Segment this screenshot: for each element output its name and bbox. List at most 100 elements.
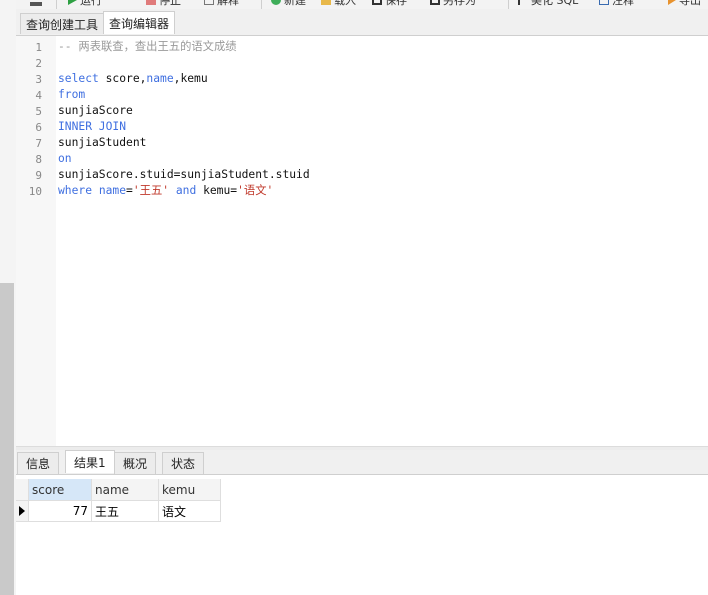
toolbar-separator — [261, 0, 262, 9]
toolbar-explain-button[interactable]: 解释 — [204, 0, 239, 7]
column-header-label: score — [32, 482, 65, 497]
toolbar-menu-button[interactable] — [30, 0, 42, 7]
toolbar-run-label: 运行 — [80, 0, 102, 7]
sql-keyword: INNER JOIN — [58, 120, 127, 133]
toolbar-new-label: 新建 — [284, 0, 306, 7]
cell-value: 王五 — [95, 504, 120, 519]
toolbar-beautify-button[interactable]: 美化 SQL — [518, 0, 578, 7]
left-scroll-thumb[interactable] — [0, 283, 14, 595]
beautify-icon — [518, 0, 528, 5]
column-header-score[interactable]: score — [29, 479, 92, 501]
tab-query-editor-label: 查询编辑器 — [109, 16, 170, 31]
tab-result1-label: 结果1 — [74, 455, 106, 470]
sql-text: score, — [98, 72, 147, 85]
sql-text: sunjiaScore.stuid=sunjiaStudent.stuid — [58, 168, 310, 181]
sql-text: = — [126, 184, 133, 197]
tab-overview-label: 概况 — [123, 457, 148, 471]
sql-editor[interactable]: 1 2 3 4 5 6 7 8 9 10 -- 两表联查，查出王五的语文成绩 s… — [16, 36, 708, 446]
stop-icon — [146, 0, 156, 5]
menu-icon — [30, 2, 42, 6]
cell-value: 语文 — [162, 504, 187, 519]
toolbar-load-label: 载入 — [334, 0, 356, 7]
code-line-6: INNER JOIN — [58, 119, 126, 135]
toolbar-load-button[interactable]: 载入 — [321, 0, 356, 7]
toolbar-save-label: 保存 — [385, 0, 407, 7]
column-header-kemu[interactable]: kemu — [159, 479, 221, 501]
toolbar-stop-label: 停止 — [159, 0, 181, 7]
line-number: 1 — [35, 41, 42, 54]
toolbar-explain-label: 解释 — [217, 0, 239, 7]
current-row-arrow-icon — [19, 506, 25, 516]
toolbar-export-label: 导出 — [679, 0, 701, 7]
load-icon — [321, 0, 331, 5]
toolbar-separator — [56, 0, 57, 9]
query-toolbar: 运行 停止 解释 新建 载入 保存 另存为 美化 SQL 注释 导出 — [16, 0, 708, 9]
export-icon — [668, 0, 676, 5]
toolbar-stop-button[interactable]: 停止 — [146, 0, 181, 7]
save-as-icon — [430, 0, 440, 5]
sql-keyword: name — [146, 72, 174, 85]
line-number: 6 — [35, 121, 42, 134]
toolbar-run-button[interactable]: 运行 — [68, 0, 102, 7]
code-line-3: select score,name,kemu — [58, 71, 208, 87]
toolbar-save-button[interactable]: 保存 — [372, 0, 407, 7]
sql-text: sunjiaScore — [58, 104, 133, 117]
save-icon — [372, 0, 382, 5]
tab-info[interactable]: 信息 — [17, 452, 60, 474]
sql-text: kemu= — [196, 184, 238, 197]
tab-query-builder[interactable]: 查询创建工具 — [20, 13, 105, 34]
column-header-name[interactable]: name — [92, 479, 159, 501]
line-number: 2 — [35, 57, 42, 70]
line-number: 7 — [35, 137, 42, 150]
code-line-5: sunjiaScore — [58, 103, 133, 119]
sql-comment: -- 两表联查，查出王五的语文成绩 — [58, 40, 237, 53]
code-line-9: sunjiaScore.stuid=sunjiaStudent.stuid — [58, 167, 310, 183]
tab-result1[interactable]: 结果1 — [65, 450, 115, 473]
tab-info-label: 信息 — [26, 457, 51, 471]
toolbar-comment-button[interactable]: 注释 — [599, 0, 634, 7]
line-number: 4 — [35, 89, 42, 102]
table-cell-score[interactable]: 77 — [29, 501, 92, 522]
sql-keyword: from — [58, 88, 86, 101]
sql-keyword: and — [175, 184, 197, 197]
line-number: 10 — [28, 185, 42, 198]
table-cell-name[interactable]: 王五 — [92, 501, 159, 522]
tab-overview[interactable]: 概况 — [114, 452, 157, 474]
code-line-10: where name='王五' and kemu='语文' — [58, 183, 273, 199]
line-number: 8 — [35, 153, 42, 166]
new-icon — [271, 0, 281, 5]
toolbar-save-as-label: 另存为 — [443, 0, 476, 7]
line-number: 3 — [35, 73, 42, 86]
tab-query-editor[interactable]: 查询编辑器 — [103, 11, 176, 34]
tab-status[interactable]: 状态 — [162, 452, 205, 474]
toolbar-new-button[interactable]: 新建 — [271, 0, 306, 7]
row-indicator[interactable] — [16, 501, 29, 522]
result-tab-bar: 信息 结果1 概况 状态 — [16, 450, 708, 475]
sql-text: sunjiaStudent — [58, 136, 147, 149]
code-line-7: sunjiaStudent — [58, 135, 146, 151]
comment-icon — [599, 0, 609, 5]
explain-icon — [204, 0, 214, 5]
grid-corner — [16, 479, 29, 501]
toolbar-beautify-label: 美化 SQL — [531, 0, 579, 7]
column-header-label: name — [95, 482, 130, 497]
sql-keyword: select — [58, 72, 99, 85]
toolbar-save-as-button[interactable]: 另存为 — [430, 0, 476, 7]
sql-string: '王五' — [132, 184, 170, 197]
code-line-8: on — [58, 151, 72, 167]
editor-tab-bar: 查询创建工具 查询编辑器 — [16, 9, 708, 36]
sql-keyword: name — [98, 184, 127, 197]
sql-text: ,kemu — [173, 72, 208, 85]
table-cell-kemu[interactable]: 语文 — [159, 501, 221, 522]
sql-keyword: on — [58, 152, 72, 165]
toolbar-comment-label: 注释 — [612, 0, 634, 7]
cell-value: 77 — [72, 504, 88, 518]
result-grid[interactable]: score name kemu 77 王五 语文 — [16, 475, 708, 595]
run-icon — [68, 0, 77, 5]
toolbar-export-button[interactable]: 导出 — [668, 0, 701, 7]
toolbar-separator — [508, 0, 509, 9]
code-line-4: from — [58, 87, 85, 103]
line-number: 9 — [35, 169, 42, 182]
